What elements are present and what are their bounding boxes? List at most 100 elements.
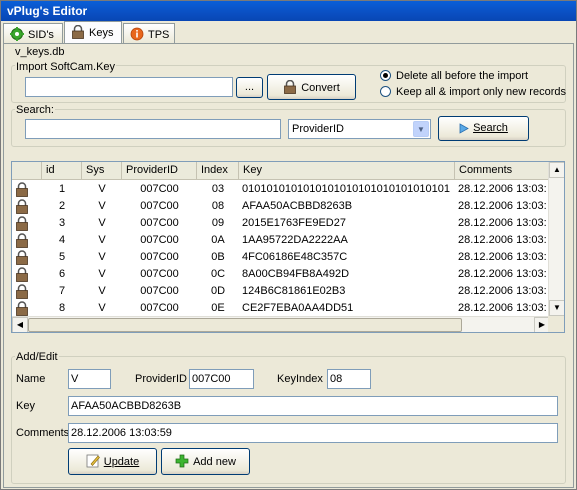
header-id[interactable]: id: [42, 162, 82, 180]
cell-sys: V: [98, 302, 106, 314]
table-row[interactable]: 1 V 007C00 03 010101010101010101010101010101…: [12, 181, 550, 198]
cell-comments: 28.12.2006 13:03:: [458, 234, 547, 246]
keys-grid[interactable]: id Sys ProviderID Index Key Comments 1 V 0…: [11, 161, 565, 333]
scroll-up-icon[interactable]: ▲: [549, 162, 564, 178]
tab-sids-label: SID's: [28, 29, 54, 41]
editor-window: vPlug's Editor SID's Keys TPS v_keys.db: [0, 0, 577, 490]
cell-key: 1AA95722DA2222AA: [242, 234, 348, 246]
cell-provider: 007C00: [140, 234, 179, 246]
header-sys[interactable]: Sys: [82, 162, 122, 180]
radio-keep-all[interactable]: Keep all & import only new records: [380, 86, 566, 98]
vertical-scrollbar[interactable]: ▲ ▼: [548, 162, 564, 316]
cell-key: AFAA50ACBBD8263B: [242, 200, 353, 212]
info-icon: [130, 27, 144, 41]
cell-provider: 007C00: [140, 200, 179, 212]
window-title: vPlug's Editor: [1, 1, 576, 21]
plus-icon: [175, 454, 189, 468]
cell-comments: 28.12.2006 13:03:: [458, 251, 547, 263]
search-button[interactable]: Search: [438, 116, 529, 141]
scroll-left-icon[interactable]: ◀: [12, 317, 28, 332]
play-arrow-icon: [459, 123, 469, 134]
radio-delete-all[interactable]: Delete all before the import: [380, 70, 528, 82]
tab-sids[interactable]: SID's: [3, 23, 63, 43]
cell-provider: 007C00: [140, 268, 179, 280]
browse-button[interactable]: ...: [236, 77, 263, 98]
table-row[interactable]: 7 V 007C00 0D 124B6C81861E02B3 28.12.2006 13:…: [12, 283, 550, 300]
header-index[interactable]: Index: [197, 162, 239, 180]
import-group-label: Import SoftCam.Key: [15, 61, 117, 73]
cell-id: 5: [58, 251, 66, 263]
table-row[interactable]: 5 V 007C00 0B 4FC06186E48C357C 28.12.2006 13:…: [12, 249, 550, 266]
cell-sys: V: [98, 268, 106, 280]
db-label: v_keys.db: [15, 46, 65, 58]
cell-key: 8A00CB94FB8A492D: [242, 268, 350, 280]
update-button-label: Update: [103, 456, 140, 468]
table-row[interactable]: 6 V 007C00 0C 8A00CB94FB8A492D 28.12.2006 13:…: [12, 266, 550, 283]
edit-icon: [86, 454, 100, 468]
header-provider[interactable]: ProviderID: [122, 162, 197, 180]
chevron-down-icon[interactable]: ▼: [413, 121, 429, 137]
lock-icon: [16, 182, 28, 197]
cell-id: 8: [58, 302, 66, 314]
tab-tps[interactable]: TPS: [123, 23, 175, 43]
table-row[interactable]: 2 V 007C00 08 AFAA50ACBBD8263B 28.12.2006 13:…: [12, 198, 550, 215]
cell-provider: 007C00: [140, 217, 179, 229]
table-row[interactable]: 3 V 007C00 09 2015E1763FE9ED27 28.12.2006 13:…: [12, 215, 550, 232]
keyindex-label: KeyIndex: [277, 373, 323, 385]
comments-label: Comments: [16, 427, 70, 439]
cell-comments: 28.12.2006 13:03:: [458, 183, 547, 195]
cell-comments: 28.12.2006 13:03:: [458, 200, 547, 212]
cell-comments: 28.12.2006 13:03:: [458, 217, 547, 229]
comments-field[interactable]: 28.12.2006 13:03:59: [68, 423, 558, 443]
radio-dot-selected: [380, 70, 391, 81]
cell-index: 0E: [211, 302, 225, 314]
scroll-down-icon[interactable]: ▼: [549, 300, 564, 316]
search-input[interactable]: [25, 119, 281, 139]
cell-key: 4FC06186E48C357C: [242, 251, 348, 263]
cell-sys: V: [98, 285, 106, 297]
tab-strip: SID's Keys TPS: [3, 21, 574, 43]
header-comments[interactable]: Comments: [455, 162, 550, 180]
convert-button-label: Convert: [301, 82, 340, 94]
lock-icon: [16, 233, 28, 248]
name-label: Name: [16, 373, 46, 385]
update-button[interactable]: Update: [68, 448, 157, 475]
scroll-corner: [548, 316, 564, 332]
horizontal-scrollbar[interactable]: ◀ ▶: [12, 316, 550, 332]
name-field[interactable]: V: [68, 369, 111, 389]
cell-comments: 28.12.2006 13:03:: [458, 285, 547, 297]
add-new-button[interactable]: Add new: [161, 448, 250, 475]
key-field[interactable]: AFAA50ACBBD8263B: [68, 396, 558, 416]
header-key[interactable]: Key: [239, 162, 455, 180]
horizontal-scroll-thumb[interactable]: [28, 318, 462, 332]
cell-sys: V: [98, 251, 106, 263]
lock-icon: [284, 80, 297, 94]
lock-icon: [16, 267, 28, 282]
table-row[interactable]: 8 V 007C00 0E CE2F7EBA0AA4DD51 28.12.2006 13:…: [12, 300, 550, 317]
cell-index: 03: [211, 183, 225, 195]
keyindex-field[interactable]: 08: [327, 369, 371, 389]
cell-key: CE2F7EBA0AA4DD51: [242, 302, 354, 314]
cell-index: 09: [211, 217, 225, 229]
cell-index: 08: [211, 200, 225, 212]
tab-tps-label: TPS: [148, 29, 170, 41]
provider-field[interactable]: 007C00: [189, 369, 254, 389]
header-indicator: [12, 162, 42, 180]
search-field-select[interactable]: ProviderID ▼: [288, 119, 431, 139]
tab-keys-label: Keys: [89, 27, 114, 39]
cell-comments: 28.12.2006 13:03:: [458, 302, 547, 314]
cell-index: 0B: [211, 251, 225, 263]
search-group-label: Search:: [15, 104, 55, 116]
cell-id: 3: [58, 217, 66, 229]
lock-icon: [16, 250, 28, 265]
table-row[interactable]: 4 V 007C00 0A 1AA95722DA2222AA 28.12.2006 13:…: [12, 232, 550, 249]
tab-keys[interactable]: Keys: [64, 21, 122, 43]
edit-group-label: Add/Edit: [15, 351, 59, 363]
lock-icon: [16, 301, 28, 316]
cell-provider: 007C00: [140, 251, 179, 263]
import-path-input[interactable]: [25, 77, 233, 97]
radio-keep-all-label: Keep all & import only new records: [396, 86, 566, 98]
gear-icon: [10, 27, 24, 41]
convert-button[interactable]: Convert: [267, 74, 356, 100]
radio-dot-unselected: [380, 86, 391, 97]
